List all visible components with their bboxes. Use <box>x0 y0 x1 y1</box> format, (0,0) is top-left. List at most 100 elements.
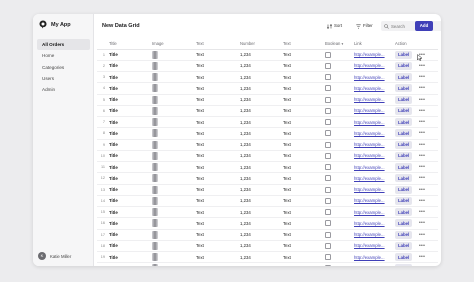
image-thumbnail[interactable] <box>152 208 158 217</box>
link-cell[interactable]: http://example... <box>354 139 395 151</box>
more-options-icon[interactable]: ••• <box>419 74 425 80</box>
link-cell[interactable]: http://example... <box>354 206 395 219</box>
column-header-title[interactable]: Title <box>109 38 152 50</box>
column-header-text-2[interactable]: Text <box>283 38 325 50</box>
sidebar-item-categories[interactable]: Categories <box>37 62 90 73</box>
row-checkbox[interactable] <box>325 220 331 227</box>
row-checkbox[interactable] <box>325 119 331 126</box>
label-button[interactable]: Label <box>395 196 413 205</box>
image-thumbnail[interactable] <box>152 163 158 172</box>
row-checkbox[interactable] <box>325 209 331 216</box>
label-button[interactable]: Label <box>395 174 413 183</box>
image-thumbnail[interactable] <box>152 95 158 104</box>
image-thumbnail[interactable] <box>152 118 158 127</box>
link-cell[interactable]: http://example... <box>354 82 395 95</box>
more-options-icon[interactable]: ••• <box>419 187 425 193</box>
table-row[interactable]: 4 Title Text 1,234 Text http://example... Labe… <box>97 82 438 95</box>
row-checkbox[interactable] <box>325 74 331 81</box>
image-thumbnail[interactable] <box>152 253 158 262</box>
label-button[interactable]: Label <box>395 140 413 149</box>
label-button[interactable]: Label <box>395 61 413 70</box>
link-cell[interactable]: http://example... <box>354 116 395 129</box>
link-cell[interactable]: http://example... <box>354 195 395 208</box>
label-button[interactable]: Label <box>395 219 413 228</box>
image-thumbnail[interactable] <box>152 241 158 250</box>
table-row[interactable]: 14 Title Text 1,234 Text http://example... Lab… <box>97 195 438 208</box>
row-checkbox[interactable] <box>325 152 331 159</box>
link-cell[interactable]: http://example... <box>354 240 395 253</box>
row-checkbox[interactable] <box>325 107 331 114</box>
row-checkbox[interactable] <box>325 265 331 266</box>
image-thumbnail[interactable] <box>152 196 158 205</box>
row-checkbox[interactable] <box>325 197 331 204</box>
table-row[interactable]: 19 Title Text 1,234 Text http://example... Lab… <box>97 251 438 264</box>
row-checkbox[interactable] <box>325 85 331 92</box>
more-options-icon[interactable]: ••• <box>419 108 425 114</box>
more-options-icon[interactable]: ••• <box>419 209 425 215</box>
table-row[interactable]: 12 Title Text 1,234 Text http://example... Lab… <box>97 172 438 185</box>
link-cell[interactable]: http://example... <box>354 251 395 264</box>
label-button[interactable]: Label <box>395 230 413 239</box>
label-button[interactable]: Label <box>395 253 413 262</box>
more-options-icon[interactable]: ••• <box>419 220 425 226</box>
more-options-icon[interactable]: ••• <box>419 254 425 260</box>
table-row[interactable]: 17 Title Text 1,234 Text http://example... Lab… <box>97 229 438 241</box>
row-checkbox[interactable] <box>325 164 331 171</box>
column-header-link[interactable]: Link <box>354 38 395 50</box>
table-row[interactable]: 16 Title Text 1,234 Text http://example... Lab… <box>97 217 438 230</box>
table-row[interactable]: 18 Title Text 1,234 Text http://example... Lab… <box>97 240 438 253</box>
more-options-icon[interactable]: ••• <box>419 198 425 204</box>
more-options-icon[interactable]: ••• <box>419 153 425 159</box>
image-thumbnail[interactable] <box>152 129 158 138</box>
sidebar-item-all-orders[interactable]: All Orders <box>37 39 90 50</box>
more-options-icon[interactable]: ••• <box>419 63 425 69</box>
more-options-icon[interactable]: ••• <box>419 130 425 136</box>
table-row[interactable]: 9 Title Text 1,234 Text http://example... Labe… <box>97 139 438 151</box>
more-options-icon[interactable]: ••• <box>419 175 425 181</box>
image-thumbnail[interactable] <box>152 106 158 115</box>
table-row[interactable]: 13 Title Text 1,234 Text http://example... Lab… <box>97 184 438 196</box>
image-thumbnail[interactable] <box>152 84 158 93</box>
label-button[interactable]: Label <box>395 185 413 194</box>
more-options-icon[interactable]: ••• <box>419 232 425 238</box>
more-options-icon[interactable]: ••• <box>419 164 425 170</box>
image-thumbnail[interactable] <box>152 73 158 82</box>
link-cell[interactable]: http://example... <box>354 217 395 230</box>
more-options-icon[interactable]: ••• <box>419 243 425 249</box>
label-button[interactable]: Label <box>395 151 413 160</box>
table-row[interactable]: 10 Title Text 1,234 Text http://example... Lab… <box>97 150 438 163</box>
row-checkbox[interactable] <box>325 175 331 182</box>
label-button[interactable]: Label <box>395 264 413 266</box>
link-cell[interactable]: http://example... <box>354 60 395 73</box>
label-button[interactable]: Label <box>395 129 413 138</box>
link-cell[interactable]: http://example... <box>354 229 395 241</box>
filter-button[interactable]: Filter <box>353 21 376 31</box>
image-thumbnail[interactable] <box>152 264 158 266</box>
image-thumbnail[interactable] <box>152 219 158 228</box>
more-options-icon[interactable]: ••• <box>419 85 425 91</box>
sort-button[interactable]: Sort <box>324 21 345 31</box>
brand[interactable]: My App <box>39 20 71 29</box>
link-cell[interactable]: http://example... <box>354 94 395 106</box>
sidebar-item-admin[interactable]: Admin <box>37 84 90 95</box>
label-button[interactable]: Label <box>395 106 413 115</box>
link-cell[interactable]: http://example... <box>354 150 395 163</box>
row-checkbox[interactable] <box>325 130 331 137</box>
more-options-icon[interactable]: ••• <box>419 119 425 125</box>
label-button[interactable]: Label <box>395 163 413 172</box>
column-header-text[interactable]: Text <box>196 38 240 50</box>
column-header-number-value[interactable]: Number <box>240 38 283 50</box>
row-checkbox[interactable] <box>325 141 331 148</box>
link-cell[interactable]: http://example... <box>354 184 395 196</box>
image-thumbnail[interactable] <box>152 174 158 183</box>
more-options-icon[interactable]: ••• <box>419 265 425 266</box>
label-button[interactable]: Label <box>395 118 413 127</box>
table-row[interactable]: 15 Title Text 1,234 Text http://example... Lab… <box>97 206 438 219</box>
link-cell[interactable]: http://example... <box>354 161 395 174</box>
image-thumbnail[interactable] <box>152 151 158 160</box>
table-row[interactable]: 7 Title Text 1,234 Text http://example... Labe… <box>97 116 438 129</box>
image-thumbnail[interactable] <box>152 230 158 239</box>
image-thumbnail[interactable] <box>152 61 158 70</box>
table-row[interactable]: 6 Title Text 1,234 Text http://example... Labe… <box>97 105 438 118</box>
link-cell[interactable]: http://example... <box>354 71 395 84</box>
